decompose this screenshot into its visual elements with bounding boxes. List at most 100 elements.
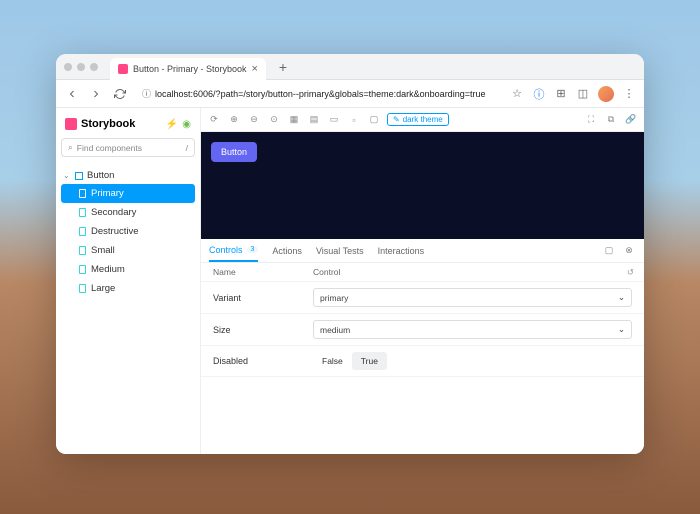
component-icon xyxy=(75,172,83,180)
browser-titlebar: Button - Primary - Storybook × + ⌄ xyxy=(56,54,644,80)
zoom-in-icon[interactable]: ⊕ xyxy=(227,113,241,127)
col-control: Control xyxy=(313,267,340,277)
story-icon xyxy=(79,246,86,255)
url-text: localhost:6006/?path=/story/button--prim… xyxy=(155,89,485,99)
preview-canvas: Button xyxy=(201,132,644,239)
toggle-true[interactable]: True xyxy=(352,352,387,370)
sidebar-item-large[interactable]: Large xyxy=(61,279,195,298)
chevron-down-icon: ⌄ xyxy=(618,292,625,303)
chevron-down-icon: ⌄ xyxy=(63,171,71,180)
search-placeholder: Find components xyxy=(77,143,142,153)
control-row-disabled: Disabled False True xyxy=(201,346,644,377)
info-circle-icon[interactable]: ⓘ xyxy=(532,87,546,101)
link-icon[interactable]: 🔗 xyxy=(624,113,638,127)
measure-icon[interactable]: ▫ xyxy=(347,113,361,127)
panel-icon[interactable]: ◫ xyxy=(576,87,590,101)
new-tab-button[interactable]: + xyxy=(274,58,292,76)
canvas-toolbar: ⟳ ⊕ ⊖ ⊙ ▦ ▤ ▭ ▫ ▢ ✎dark theme ⛶ ⧉ 🔗 xyxy=(201,108,644,132)
browser-address-bar: ⓘ localhost:6006/?path=/story/button--pr… xyxy=(56,80,644,108)
storybook-sidebar: Storybook ⚡ ◉ ⌕ Find components / ⌄ Butto… xyxy=(56,108,201,454)
window-max-dot[interactable] xyxy=(90,63,98,71)
story-icon xyxy=(79,208,86,217)
story-icon xyxy=(79,227,86,236)
storybook-logo[interactable]: Storybook xyxy=(65,118,135,130)
sidebar-item-label: Destructive xyxy=(91,226,139,237)
url-input[interactable]: ⓘ localhost:6006/?path=/story/button--pr… xyxy=(136,87,502,100)
lightning-icon[interactable]: ⚡ xyxy=(166,119,178,130)
preview-button[interactable]: Button xyxy=(211,142,257,162)
refresh-icon[interactable]: ⟳ xyxy=(207,113,221,127)
theme-selector[interactable]: ✎dark theme xyxy=(387,113,449,126)
storybook-favicon xyxy=(118,64,128,74)
sidebar-item-label: Secondary xyxy=(91,207,136,218)
browser-tab[interactable]: Button - Primary - Storybook × xyxy=(110,58,266,80)
toggle-false[interactable]: False xyxy=(313,352,352,370)
story-icon xyxy=(79,284,86,293)
search-icon: ⌕ xyxy=(68,142,73,153)
panel-collapse-icon[interactable]: ⊗ xyxy=(622,244,636,258)
menu-icon[interactable]: ⋮ xyxy=(622,87,636,101)
theme-label: dark theme xyxy=(403,115,443,124)
search-input[interactable]: ⌕ Find components / xyxy=(61,138,195,157)
sidebar-item-label: Small xyxy=(91,245,115,256)
outline-icon[interactable]: ▢ xyxy=(367,113,381,127)
sidebar-item-label: Large xyxy=(91,283,115,294)
background-icon[interactable]: ▦ xyxy=(287,113,301,127)
tab-controls[interactable]: Controls 3 xyxy=(209,239,258,262)
sidebar-item-primary[interactable]: Primary xyxy=(61,184,195,203)
globe-icon[interactable]: ◉ xyxy=(182,119,191,130)
control-row-size: Size medium ⌄ xyxy=(201,314,644,346)
control-label: Disabled xyxy=(213,356,313,366)
control-row-variant: Variant primary ⌄ xyxy=(201,282,644,314)
group-label: Button xyxy=(87,170,114,181)
sidebar-item-label: Primary xyxy=(91,188,124,199)
tab-interactions[interactable]: Interactions xyxy=(378,239,425,262)
reset-icon[interactable]: ↺ xyxy=(627,267,634,278)
open-tab-icon[interactable]: ⧉ xyxy=(604,113,618,127)
size-select[interactable]: medium ⌄ xyxy=(313,320,632,339)
panel-pos-icon[interactable]: ▢ xyxy=(602,244,616,258)
tab-label: Controls xyxy=(209,245,243,255)
variant-select[interactable]: primary ⌄ xyxy=(313,288,632,307)
profile-avatar[interactable] xyxy=(598,86,614,102)
reload-button[interactable] xyxy=(112,86,128,102)
viewport-icon[interactable]: ▭ xyxy=(327,113,341,127)
addon-panel-tabs: Controls 3 Actions Visual Tests Interacti… xyxy=(201,239,644,263)
site-info-icon[interactable]: ⓘ xyxy=(142,87,151,100)
sidebar-item-destructive[interactable]: Destructive xyxy=(61,222,195,241)
disabled-toggle[interactable]: False True xyxy=(313,352,632,370)
zoom-out-icon[interactable]: ⊖ xyxy=(247,113,261,127)
forward-button[interactable] xyxy=(88,86,104,102)
extensions-icon[interactable]: ⊞ xyxy=(554,87,568,101)
controls-header-row: Name Control ↺ xyxy=(201,263,644,282)
storybook-logo-icon xyxy=(65,118,77,130)
story-icon xyxy=(79,189,86,198)
select-value: medium xyxy=(320,325,350,335)
tab-title: Button - Primary - Storybook xyxy=(133,64,247,74)
zoom-reset-icon[interactable]: ⊙ xyxy=(267,113,281,127)
tab-actions[interactable]: Actions xyxy=(272,239,302,262)
control-label: Variant xyxy=(213,293,313,303)
sidebar-item-secondary[interactable]: Secondary xyxy=(61,203,195,222)
controls-count-badge: 3 xyxy=(247,246,259,253)
brush-icon: ✎ xyxy=(393,115,400,124)
control-label: Size xyxy=(213,325,313,335)
window-close-dot[interactable] xyxy=(64,63,72,71)
col-name: Name xyxy=(213,267,313,277)
fullscreen-icon[interactable]: ⛶ xyxy=(584,113,598,127)
back-button[interactable] xyxy=(64,86,80,102)
sidebar-item-medium[interactable]: Medium xyxy=(61,260,195,279)
tree-group-button[interactable]: ⌄ Button xyxy=(61,167,195,184)
grid-icon[interactable]: ▤ xyxy=(307,113,321,127)
window-min-dot[interactable] xyxy=(77,63,85,71)
brand-text: Storybook xyxy=(81,118,135,130)
star-icon[interactable]: ☆ xyxy=(510,87,524,101)
story-icon xyxy=(79,265,86,274)
sidebar-item-small[interactable]: Small xyxy=(61,241,195,260)
sidebar-item-label: Medium xyxy=(91,264,125,275)
chevron-down-icon: ⌄ xyxy=(618,324,625,335)
tab-visual-tests[interactable]: Visual Tests xyxy=(316,239,364,262)
close-tab-icon[interactable]: × xyxy=(252,63,258,75)
select-value: primary xyxy=(320,293,348,303)
search-shortcut: / xyxy=(186,143,188,153)
